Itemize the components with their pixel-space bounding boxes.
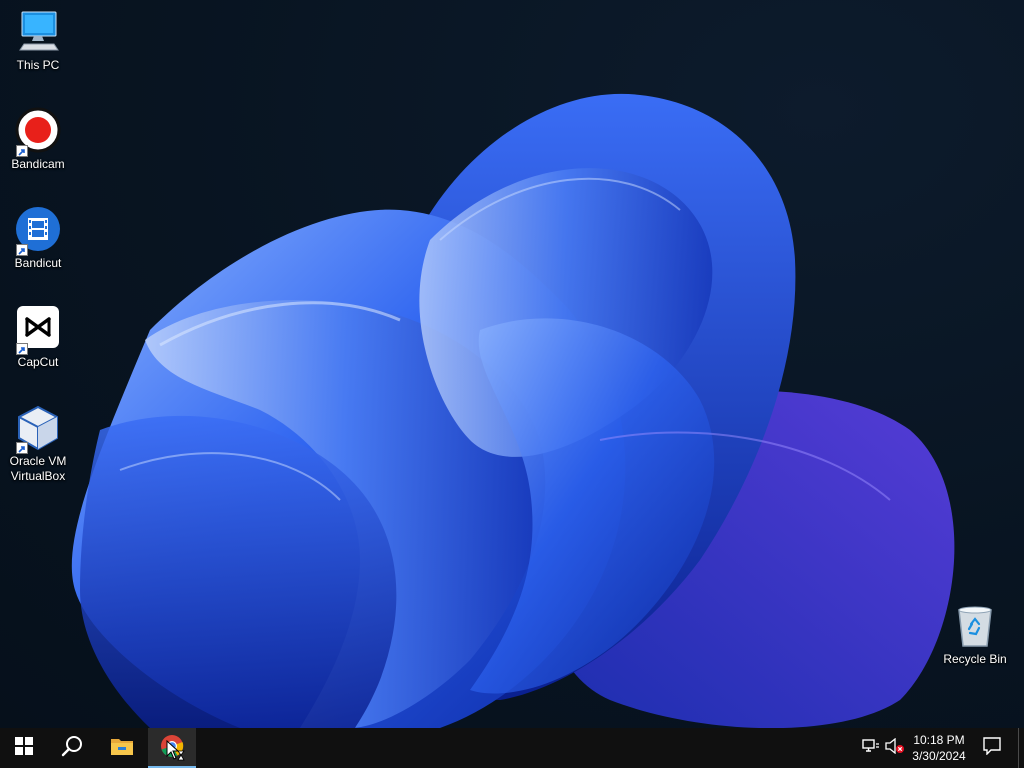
desktop-icon-capcut[interactable]: CapCut xyxy=(0,305,76,370)
desktop-icon-bandicut[interactable]: Bandicut xyxy=(0,206,76,271)
virtualbox-cube-icon xyxy=(14,404,62,454)
search-icon xyxy=(61,735,83,762)
desktop-icon-label: CapCut xyxy=(17,355,59,369)
shortcut-arrow-icon xyxy=(16,244,28,256)
clock-date: 3/30/2024 xyxy=(912,749,966,763)
start-button[interactable] xyxy=(0,728,48,768)
desktop[interactable]: This PC Bandicam Bandicut CapCut Oracle … xyxy=(0,0,1024,728)
shortcut-arrow-icon xyxy=(16,343,28,355)
folder-icon xyxy=(110,736,134,761)
windows-start-icon xyxy=(15,736,33,760)
recycle-bin-icon xyxy=(951,602,999,650)
search-button[interactable] xyxy=(48,728,96,768)
taskbar-app-file-explorer[interactable] xyxy=(98,728,146,768)
action-center-icon xyxy=(983,736,1001,760)
bandicam-record-icon xyxy=(14,107,62,157)
desktop-icon-label: This PC xyxy=(16,58,60,72)
clock-time: 10:18 PM xyxy=(913,733,965,747)
desktop-icon-label: Bandicam xyxy=(11,157,65,171)
capcut-icon xyxy=(14,305,62,355)
wallpaper-bloom xyxy=(71,93,955,728)
desktop-icon-bandicam[interactable]: Bandicam xyxy=(0,107,76,172)
desktop-icon-label: Bandicut xyxy=(14,256,62,270)
desktop-icon-recycle-bin[interactable]: Recycle Bin xyxy=(937,602,1013,667)
bandicut-film-icon xyxy=(14,206,62,256)
shortcut-arrow-icon xyxy=(16,145,28,157)
action-center-button[interactable] xyxy=(974,728,1010,768)
taskbar: 10:18 PM 3/30/2024 xyxy=(0,728,1024,768)
desktop-icon-label: Oracle VM VirtualBox xyxy=(9,454,67,483)
volume-muted-icon xyxy=(885,737,905,759)
tray-clock[interactable]: 10:18 PM 3/30/2024 xyxy=(904,728,974,768)
tray-volume[interactable] xyxy=(884,728,906,768)
desktop-icon-label: Recycle Bin xyxy=(943,652,1007,666)
tray-network[interactable] xyxy=(858,728,884,768)
show-desktop-button[interactable] xyxy=(1018,728,1024,768)
computer-icon xyxy=(14,8,62,56)
desktop-icon-this-pc[interactable]: This PC xyxy=(0,8,76,73)
network-disconnected-icon xyxy=(862,738,880,759)
taskbar-app-chrome[interactable] xyxy=(148,728,196,768)
desktop-icon-virtualbox[interactable]: Oracle VM VirtualBox xyxy=(0,404,76,484)
shortcut-arrow-icon xyxy=(16,442,28,454)
mouse-busy-cursor-icon xyxy=(166,739,186,767)
